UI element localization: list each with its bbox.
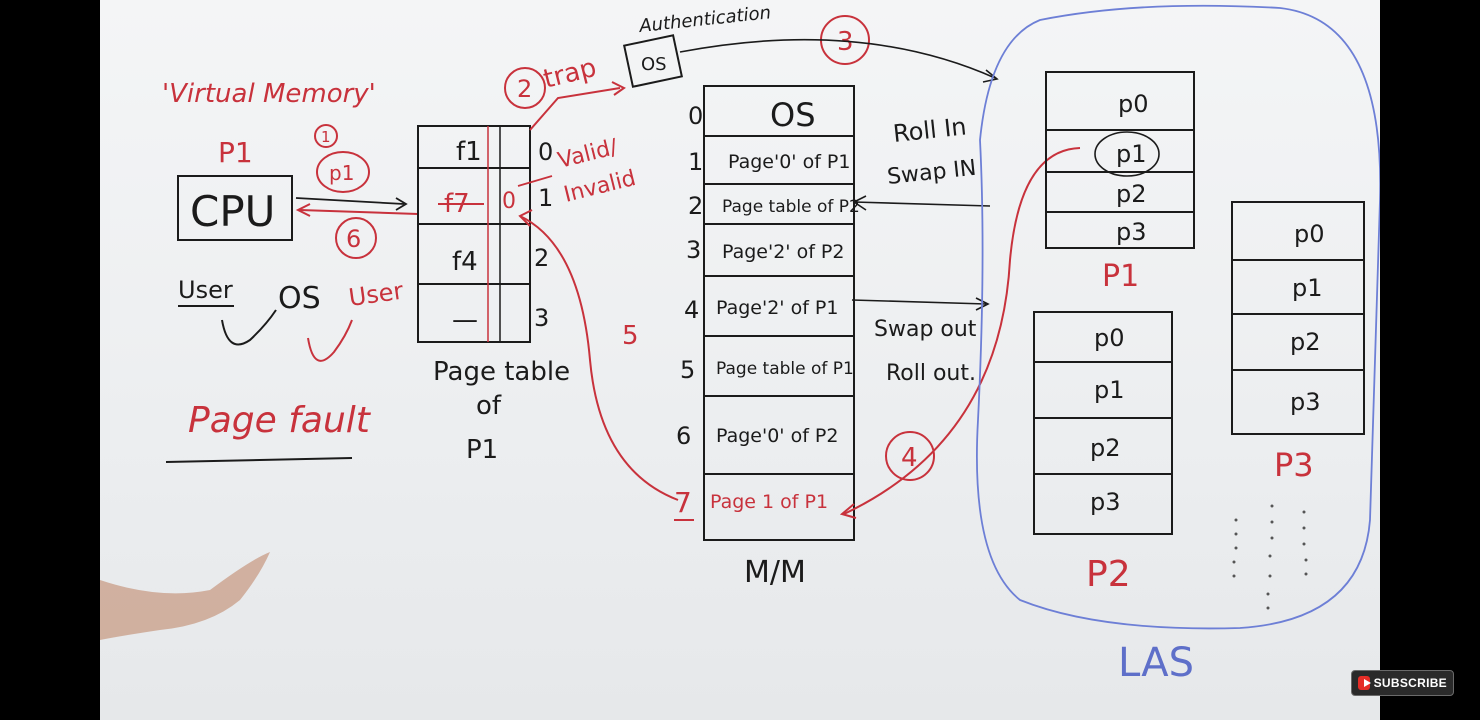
step-5-label: 5 [622,321,639,351]
mm-row-4: Page'2' of P1 [716,297,838,319]
subscribe-label: SUBSCRIBE [1373,676,1447,690]
trap-label: trap [540,53,599,95]
las-p1-label: P1 [1102,259,1139,294]
page-fault-underline [165,457,353,463]
valid-label: Valid/ [555,135,620,174]
las-p2-label: P2 [1086,554,1131,595]
page-table-frame-3: — [452,305,478,335]
os-label: OS [278,281,321,316]
page-table-index-3: 3 [534,304,549,332]
las-p3-page-3: p3 [1290,388,1321,416]
invalid-label: Invalid [561,166,638,208]
las-p3-page-2: p2 [1290,328,1321,356]
mm-index-2: 2 [688,192,703,220]
las-p1-page-1: p1 [1116,140,1147,168]
step-6-label: 6 [346,225,361,253]
las-caption: LAS [1118,640,1194,686]
roll-in-label: Roll In [892,112,968,148]
las-p2-page-1: p1 [1094,376,1125,404]
page-table-caption-3: P1 [466,435,498,465]
youtube-play-icon [1358,676,1371,690]
mm-index-5: 5 [680,356,695,384]
mm-index-1: 1 [688,148,703,176]
mm-index-7: 7 [674,486,692,519]
presenter-hand [100,552,270,640]
las-p2-page-3: p3 [1090,488,1121,516]
page-table-index-1: 1 [538,184,553,212]
user-to-os-arrow [221,309,277,346]
virtual-memory-diagram: 'Virtual Memory' Authentication OS 3 P1 … [100,2,1380,686]
os-box-label: OS [641,54,667,75]
mm-index-6: 6 [676,422,691,450]
mm-row-1: Page'0' of P1 [728,151,850,173]
mm-row-6: Page'0' of P2 [716,425,838,447]
page-table-index-2: 2 [534,244,549,272]
cpu-label: CPU [190,187,275,236]
mm-index-0: 0 [688,102,703,130]
mm-row-7: Page 1 of P1 [710,491,828,513]
las-p3-label: P3 [1274,446,1314,484]
las-boundary [975,4,1380,630]
return-arrow [299,209,419,215]
page-table-index-0: 0 [538,138,553,166]
page-table-frame-2: f4 [452,247,478,277]
user-label-1: User [178,276,233,304]
request-label: p1 [329,161,354,185]
process-label: P1 [218,136,253,169]
os-to-user-arrow [307,319,353,362]
las-p1-page-2: p2 [1116,180,1147,208]
title: 'Virtual Memory' [162,79,376,109]
more-processes-dots [1232,504,1308,610]
mm-row-5: Page table of P1 [716,359,854,379]
swap-in-label: Swap IN [886,156,977,190]
whiteboard: 'Virtual Memory' Authentication OS 3 P1 … [100,0,1380,720]
swap-out-label: Swap out [874,317,977,342]
user-label-2: User [347,277,405,312]
swap-out-arrow [851,299,987,305]
las-p1-page-0: p0 [1118,90,1149,118]
page-table-caption-2: of [476,391,502,421]
mm-index-3: 3 [686,236,701,264]
step-2-label: 2 [517,75,532,103]
mm-index-4: 4 [684,296,699,324]
step-1-label: 1 [321,128,331,146]
mm-row-0: OS [770,96,816,134]
subscribe-button[interactable]: SUBSCRIBE [1351,670,1454,696]
mm-row-2: Page table of P2 [722,197,860,217]
authentication-label: Authentication [637,2,772,37]
cpu-to-table-arrow [295,197,405,205]
las-p1-page-3: p3 [1116,218,1147,246]
page-table-frame-0: f1 [456,137,482,167]
las-p3-page-0: p0 [1294,220,1325,248]
mm-caption: M/M [744,555,806,590]
roll-out-label: Roll out. [886,361,976,386]
page-fault-label: Page fault [188,400,372,441]
swap-in-arrow [853,201,991,207]
mm-row-3: Page'2' of P2 [722,241,844,263]
las-p2-page-2: p2 [1090,434,1121,462]
las-p2-page-0: p0 [1094,324,1125,352]
page-table-bit-1: 0 [502,189,516,214]
page-table-caption-1: Page table [433,357,570,387]
las-p3-page-1: p1 [1292,274,1323,302]
